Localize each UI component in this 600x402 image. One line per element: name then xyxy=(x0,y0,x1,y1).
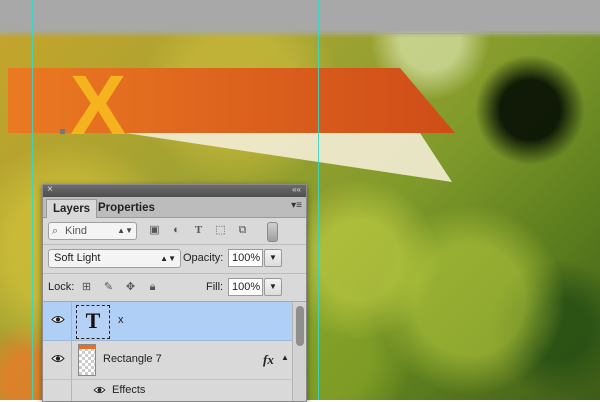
fill-label: Fill: xyxy=(206,281,224,293)
visibility-column xyxy=(43,302,72,340)
filter-toggle-switch[interactable] xyxy=(267,222,278,242)
shape-filter-icon[interactable]: ⬚ xyxy=(214,224,227,237)
tab-properties[interactable]: Properties xyxy=(92,199,161,217)
filter-kind-label: Kind xyxy=(65,225,88,237)
layer-effects-row[interactable]: Effects xyxy=(43,380,292,401)
smart-object-filter-icon[interactable]: ⧉ xyxy=(236,224,249,237)
panel-menu-icon[interactable]: ▾≡ xyxy=(291,200,302,211)
layers-list: T x Rectangle 7 fx ▲ Effects xyxy=(43,302,292,401)
visibility-column xyxy=(43,380,72,401)
collapse-panel-icon[interactable]: «« xyxy=(292,185,301,196)
close-panel-icon[interactable]: × xyxy=(47,185,53,196)
type-filter-icon[interactable]: T xyxy=(192,224,205,237)
layer-name[interactable]: x xyxy=(118,314,124,326)
layers-scrollbar[interactable] xyxy=(292,302,306,401)
opacity-dropdown-button[interactable]: ▼ xyxy=(264,249,282,267)
scrollbar-thumb[interactable] xyxy=(296,306,304,346)
eye-icon[interactable] xyxy=(51,315,65,324)
fill-field[interactable]: 100% xyxy=(228,278,263,296)
image-filter-icon[interactable]: ▣ xyxy=(148,224,161,237)
vertical-guide[interactable] xyxy=(318,0,319,400)
type-layer-thumbnail[interactable]: T xyxy=(76,305,110,339)
canvas-top-margin-fade xyxy=(0,30,600,38)
selection-handle[interactable] xyxy=(60,129,65,134)
banner-graphic[interactable]: X xyxy=(0,60,460,190)
adjustment-filter-icon[interactable]: ◐ xyxy=(170,224,183,237)
layer-row-rectangle-7[interactable]: Rectangle 7 fx ▲ xyxy=(43,341,292,380)
blend-mode-value: Soft Light xyxy=(54,252,101,264)
lock-label: Lock: xyxy=(48,281,75,293)
type-layer-icon: T xyxy=(85,308,101,333)
panel-tab-bar: Layers Properties ▾≡ xyxy=(43,197,306,218)
banner-shadow xyxy=(125,133,452,182)
eye-icon[interactable] xyxy=(93,386,106,394)
banner-letter: X xyxy=(70,60,126,152)
effects-label: Effects xyxy=(112,384,146,396)
horizontal-guide[interactable] xyxy=(0,33,600,34)
vertical-guide[interactable] xyxy=(32,0,33,400)
chevron-updown-icon: ▲▼ xyxy=(117,226,133,235)
opacity-label: Opacity: xyxy=(183,252,224,264)
layer-row-x[interactable]: T x xyxy=(43,302,292,341)
filter-kind-select[interactable]: ⌕ Kind ▲▼ xyxy=(48,222,137,240)
lock-image-pixels-icon[interactable]: ✎ xyxy=(102,281,115,294)
fx-icon[interactable]: fx xyxy=(263,352,274,368)
shape-layer-thumbnail[interactable] xyxy=(78,344,96,376)
lock-position-icon[interactable]: ✥ xyxy=(124,281,137,294)
expand-effects-icon[interactable]: ▲ xyxy=(281,353,289,362)
blend-row: Soft Light ▲▼ Opacity: 100% ▼ xyxy=(43,245,306,274)
opacity-field[interactable]: 100% xyxy=(228,249,263,267)
panel-titlebar[interactable]: × «« xyxy=(43,185,306,197)
search-icon: ⌕ xyxy=(52,225,59,237)
chevron-updown-icon: ▲▼ xyxy=(160,254,176,263)
lock-transparent-pixels-icon[interactable]: ⊞ xyxy=(80,281,93,294)
lock-row: Lock: ⊞ ✎ ✥ 🔒︎ Fill: 100% ▼ xyxy=(43,274,306,302)
filter-row: ⌕ Kind ▲▼ ▣ ◐ T ⬚ ⧉ xyxy=(43,218,306,245)
fill-dropdown-button[interactable]: ▼ xyxy=(264,278,282,296)
layer-name[interactable]: Rectangle 7 xyxy=(103,353,162,365)
canvas-top-margin xyxy=(0,0,600,30)
eye-icon[interactable] xyxy=(51,354,65,363)
tab-layers[interactable]: Layers xyxy=(46,199,98,218)
visibility-column xyxy=(43,341,72,379)
blend-mode-select[interactable]: Soft Light ▲▼ xyxy=(48,249,181,268)
lock-all-icon[interactable]: 🔒︎ xyxy=(146,281,159,294)
layers-panel: × «« Layers Properties ▾≡ ⌕ Kind ▲▼ ▣ ◐ … xyxy=(42,184,307,402)
